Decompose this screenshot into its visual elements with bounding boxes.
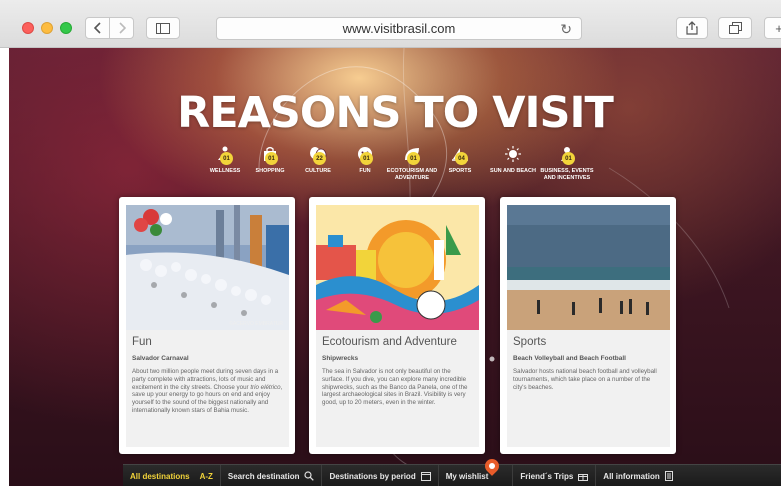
calendar-icon [420,472,431,481]
my-wishlist-button[interactable]: My wishlist [439,465,514,486]
hero-title: REASONS TO VISIT [177,88,614,138]
tabs-icon [728,22,742,34]
url-text: www.visitbrasil.com [342,21,456,36]
plus-icon: + [775,20,781,36]
back-button[interactable] [85,17,110,39]
category-icons: 01 WELLNESS 01 SHOPPING 22 CULTURE 01 FU… [199,144,599,188]
my-wishlist-label: My wishlist [445,471,489,481]
photo-credit: ©ACERVO EMBRATUR [229,321,283,327]
card-subtitle: Beach Volleyball and Beach Football [513,355,626,362]
category-label: SPORTS [448,168,472,174]
zoom-window-button[interactable] [60,22,72,34]
browser-toolbar: www.visitbrasil.com ↻ + [0,0,781,48]
close-window-button[interactable] [22,22,34,34]
category-count-badge: 01 [360,152,373,165]
category-label: SHOPPING [255,168,285,174]
all-destinations-tab[interactable]: All destinations A-Z [123,465,221,486]
card-title: Sports [513,336,547,348]
new-tab-button[interactable]: + [764,17,781,39]
search-icon [304,471,315,481]
reason-card-fun[interactable]: ©ACERVO EMBRATUR Fun Salvador Carnaval A… [119,197,295,454]
minimize-window-button[interactable] [41,22,53,34]
reason-card-ecotourism[interactable]: Ecotourism and Adventure Shipwrecks The … [309,197,485,454]
share-icon [686,21,698,35]
category-shopping[interactable]: 01 SHOPPING [244,144,296,175]
document-icon [664,471,673,481]
category-label: SUN AND BEACH [490,168,536,174]
all-information-button[interactable]: All information [596,465,679,486]
card-subtitle: Shipwrecks [322,355,359,362]
card-subtitle: Salvador Carnaval [132,355,189,362]
destinations-by-period-label: Destinations by period [329,471,416,481]
ecotourism-illustration [316,205,479,330]
chevron-left-icon [93,22,101,34]
chevron-right-icon [118,22,126,34]
card-body: Ecotourism and Adventure Shipwrecks The … [316,330,479,447]
gift-icon [578,474,589,481]
show-tabs-button[interactable] [718,17,752,39]
smiley-icon: 01 [355,144,375,165]
theater-masks-icon: 22 [308,144,328,165]
card-body: Fun Salvador Carnaval About two million … [126,330,289,447]
category-ecotourism[interactable]: 01 ECOTOURISM AND ADVENTURE [382,144,442,181]
friends-trips-button[interactable]: Friend´s Trips [513,465,597,486]
webpage: REASONS TO VISIT 01 WELLNESS 01 SHOPPING [9,48,781,486]
card-description: The sea in Salvador is not only beautifu… [322,368,468,407]
reason-card-sports[interactable]: Sports Beach Volleyball and Beach Footba… [500,197,676,454]
all-information-label: All information [603,471,660,481]
destinations-by-period-button[interactable]: Destinations by period [322,465,439,486]
leaf-icon: 01 [402,144,422,165]
card-title: Fun [132,336,152,348]
beach-sports-photo [507,205,670,330]
shopping-bag-icon: 01 [260,144,280,165]
category-culture[interactable]: 22 CULTURE [292,144,344,175]
browser-window: www.visitbrasil.com ↻ + REASONS TO VISIT… [0,0,781,486]
category-sun-and-beach[interactable]: SUN AND BEACH [487,144,539,175]
card-title: Ecotourism and Adventure [322,336,457,348]
reload-icon[interactable]: ↻ [560,21,572,38]
card-body: Sports Beach Volleyball and Beach Footba… [507,330,670,447]
share-button[interactable] [676,17,708,39]
carnaval-photo: ©ACERVO EMBRATUR [126,205,289,330]
category-count-badge: 22 [313,152,326,165]
search-destination-label: Search destination [227,471,300,481]
address-bar[interactable]: www.visitbrasil.com ↻ [216,17,582,40]
card-description: Salvador hosts national beach football a… [513,368,657,391]
category-count-badge: 01 [265,152,278,165]
category-count-badge: 01 [407,152,420,165]
friends-trips-label: Friend´s Trips [520,471,574,481]
category-label: BUSINESS, EVENTS AND INCENTIVES [540,168,594,181]
bottom-navigation-bar: All destinations A-Z Search destination … [123,464,781,486]
sun-icon [503,144,523,164]
category-count-badge: 04 [455,152,468,165]
category-business[interactable]: 01 BUSINESS, EVENTS AND INCENTIVES [537,144,597,181]
category-label: CULTURE [305,168,331,174]
card-description: About two million people meet during sev… [132,368,283,414]
category-count-badge: 01 [562,152,575,165]
category-label: ECOTOURISM AND ADVENTURE [386,168,438,181]
wellness-icon: 01 [215,144,235,165]
all-destinations-label: All destinations [130,471,190,481]
sports-icon: 04 [450,144,470,165]
sidebar-icon [156,22,170,34]
category-sports[interactable]: 04 SPORTS [434,144,486,175]
business-icon: 01 [557,144,577,165]
az-filter[interactable]: A-Z [200,472,213,481]
category-count-badge: 01 [220,152,233,165]
search-destination-button[interactable]: Search destination [221,465,323,486]
sidebar-toggle-button[interactable] [146,17,180,39]
forward-button[interactable] [109,17,134,39]
